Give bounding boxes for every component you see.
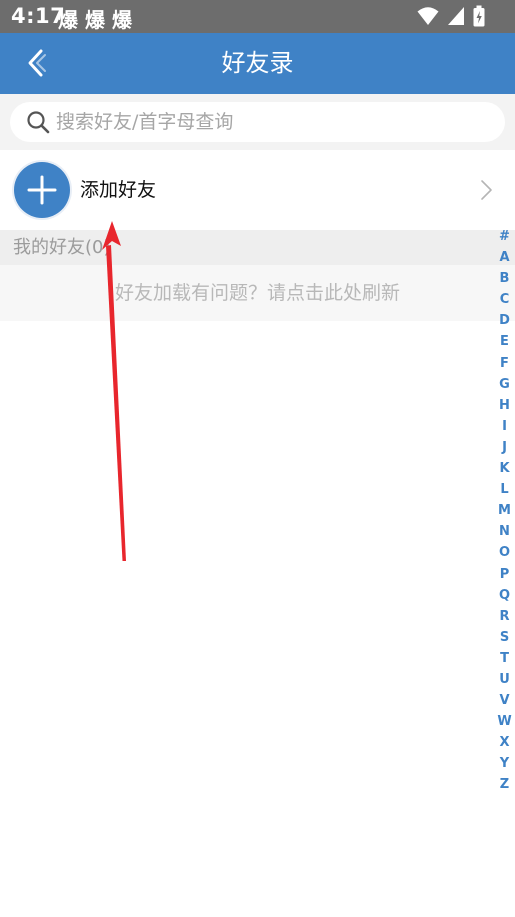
wifi-icon [417, 7, 439, 25]
reload-message[interactable]: 好友加载有问题？请点击此处刷新 [0, 265, 515, 321]
system-icons [417, 5, 485, 27]
chevron-right-icon [481, 180, 492, 200]
notification-icons: 爆 爆 爆 [58, 4, 132, 33]
friends-section-title: 我的好友(0) [13, 237, 111, 258]
alphabet-letter[interactable]: J [502, 437, 507, 458]
alphabet-letter[interactable]: Y [500, 753, 509, 774]
alphabet-letter[interactable]: C [500, 289, 510, 310]
alphabet-letter[interactable]: I [502, 416, 507, 437]
alphabet-letter[interactable]: A [499, 247, 509, 268]
chevron-left-icon [28, 49, 46, 77]
notification-icon: 爆 [58, 8, 78, 32]
page-title: 好友录 [221, 49, 294, 77]
alphabet-letter[interactable]: B [500, 268, 510, 289]
status-bar: 4:17 爆 爆 爆 [0, 0, 515, 33]
alphabet-index[interactable]: # A B C D E F G H I J K L M N O P Q R S T U V W X Y Z [494, 226, 515, 796]
alphabet-letter[interactable]: E [500, 331, 509, 352]
battery-icon [473, 5, 485, 27]
plus-icon [27, 175, 57, 205]
search-icon [27, 111, 50, 134]
reload-row[interactable]: 好友加载有问题？请点击此处刷新 [0, 265, 515, 321]
search-input[interactable] [56, 102, 486, 142]
back-button[interactable] [18, 45, 54, 81]
alphabet-letter[interactable]: M [498, 500, 511, 521]
search-area [0, 94, 515, 150]
alphabet-letter[interactable]: G [499, 374, 510, 395]
alphabet-letter[interactable]: U [499, 669, 510, 690]
alphabet-letter[interactable]: N [499, 521, 510, 542]
alphabet-letter[interactable]: # [499, 226, 510, 247]
alphabet-letter[interactable]: L [500, 479, 508, 500]
search-box[interactable] [10, 102, 505, 142]
notification-icon: 爆 [112, 8, 132, 32]
alphabet-letter[interactable]: Z [500, 774, 509, 795]
alphabet-letter[interactable]: F [500, 353, 509, 374]
alphabet-letter[interactable]: W [497, 711, 511, 732]
alphabet-letter[interactable]: O [499, 542, 510, 563]
title-bar: 好友录 [0, 33, 515, 94]
signal-icon [448, 7, 464, 25]
alphabet-letter[interactable]: D [499, 310, 510, 331]
alphabet-letter[interactable]: P [500, 564, 510, 585]
alphabet-letter[interactable]: Q [499, 585, 510, 606]
add-friend-label: 添加好友 [80, 179, 157, 201]
alphabet-letter[interactable]: S [500, 627, 509, 648]
add-friend-row[interactable]: 添加好友 [0, 150, 515, 230]
add-friend-button[interactable] [14, 162, 70, 218]
alphabet-letter[interactable]: H [499, 395, 510, 416]
alphabet-letter[interactable]: T [500, 648, 509, 669]
alphabet-letter[interactable]: X [499, 732, 509, 753]
alphabet-letter[interactable]: R [499, 606, 509, 627]
alphabet-letter[interactable]: K [499, 458, 509, 479]
friends-section-header: 我的好友(0) [0, 230, 515, 265]
notification-icon: 爆 [85, 8, 105, 32]
alphabet-letter[interactable]: V [499, 690, 509, 711]
